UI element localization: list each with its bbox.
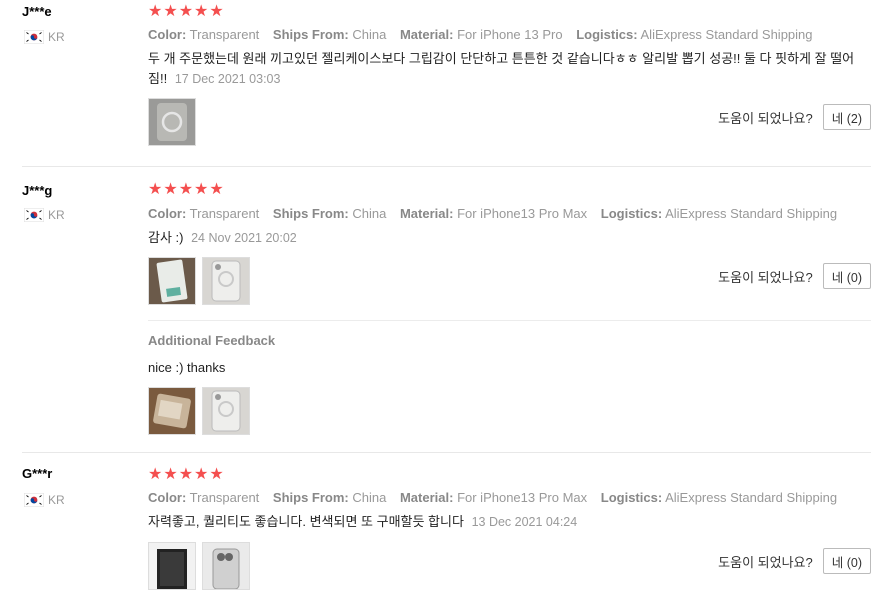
star-icon: ★ <box>148 3 163 20</box>
ships-from-label: Ships From: <box>272 27 349 42</box>
review-photo-thumbnail[interactable] <box>148 257 196 305</box>
review-photo-thumbnail[interactable] <box>202 542 250 590</box>
reviewer-country: KR <box>24 30 65 44</box>
reviewer-country: KR <box>24 208 65 222</box>
reviewer-name: J***e <box>22 4 52 19</box>
review-photo-thumbnail[interactable] <box>202 257 250 305</box>
country-code: KR <box>48 30 65 44</box>
korea-flag-icon <box>24 208 44 222</box>
ships-from-label: Ships From: <box>272 490 349 505</box>
review-body: 자력좋고, 퀄리티도 좋습니다. 변색되면 또 구매할듯 합니다 <box>148 514 464 529</box>
product-attributes: Color: Transparent Ships From: China Mat… <box>148 27 823 42</box>
star-rating: ★ ★ ★ ★ ★ <box>148 4 225 20</box>
review-photo-thumbnail[interactable] <box>202 387 250 435</box>
helpful-label: 도움이 되었나요? <box>718 269 813 285</box>
review-photo-thumbnail[interactable] <box>148 98 196 146</box>
helpful-label: 도움이 되었나요? <box>718 110 813 126</box>
star-rating: ★ ★ ★ ★ ★ <box>148 467 225 483</box>
magsafe-case-image-icon <box>203 388 249 434</box>
star-icon: ★ <box>209 466 224 483</box>
review-date: 17 Dec 2021 03:03 <box>174 72 281 86</box>
magsafe-case-image-icon <box>149 99 195 145</box>
phone-case-image-icon <box>149 388 195 434</box>
country-code: KR <box>48 208 65 222</box>
magsafe-case-image-icon <box>203 258 249 304</box>
logistics-value: AliExpress Standard Shipping <box>640 27 813 42</box>
star-icon: ★ <box>194 3 209 20</box>
review-photo-thumbnail[interactable] <box>148 542 196 590</box>
color-label: Color: <box>148 27 187 42</box>
reviewer-country: KR <box>24 493 65 507</box>
phone-box-image-icon <box>149 543 195 589</box>
star-icon: ★ <box>163 466 178 483</box>
korea-flag-icon <box>24 493 44 507</box>
phone-case-image-icon <box>203 543 249 589</box>
review-item: G***r KR ★ ★ ★ ★ ★ Color: Transparent Ships … <box>0 453 871 590</box>
star-icon: ★ <box>194 466 209 483</box>
color-label: Color: <box>148 206 187 221</box>
review-body: 감사 :) <box>148 230 184 245</box>
korea-flag-icon <box>24 30 44 44</box>
star-rating: ★ ★ ★ ★ ★ <box>148 182 225 198</box>
logistics-label: Logistics: <box>576 27 638 42</box>
helpful-section: 도움이 되었나요? 네 (0) <box>718 263 871 289</box>
ships-from-value: China <box>352 27 387 42</box>
star-icon: ★ <box>178 181 194 198</box>
helpful-label: 도움이 되었나요? <box>718 554 813 570</box>
additional-feedback-images <box>148 387 256 435</box>
star-icon: ★ <box>163 3 178 20</box>
ships-from-value: China <box>352 490 387 505</box>
material-label: Material: <box>399 27 454 42</box>
material-value: For iPhone13 Pro Max <box>457 206 588 221</box>
review-images <box>148 542 256 590</box>
review-photo-thumbnail[interactable] <box>148 387 196 435</box>
color-value: Transparent <box>189 490 260 505</box>
phone-box-image-icon <box>149 258 195 304</box>
review-date: 13 Dec 2021 04:24 <box>471 515 578 529</box>
review-item: J***e KR ★ ★ ★ ★ ★ Color: Transparent Ships … <box>0 0 871 166</box>
reviewer-name: G***r <box>22 466 53 481</box>
material-label: Material: <box>399 206 454 221</box>
additional-feedback-divider <box>148 320 871 321</box>
review-text: 두 개 주문했는데 원래 끼고있던 젤리케이스보다 그립감이 단단하고 튼튼한 … <box>148 49 859 89</box>
material-label: Material: <box>399 490 454 505</box>
product-attributes: Color: Transparent Ships From: China Mat… <box>148 490 847 505</box>
color-label: Color: <box>148 490 187 505</box>
review-images <box>148 257 256 305</box>
helpful-yes-button[interactable]: 네 (0) <box>822 263 871 289</box>
review-images <box>148 98 202 146</box>
star-icon: ★ <box>163 181 178 198</box>
reviewer-name: J***g <box>22 183 53 198</box>
star-icon: ★ <box>148 466 163 483</box>
logistics-label: Logistics: <box>600 206 663 221</box>
review-date: 24 Nov 2021 20:02 <box>191 231 297 245</box>
ships-from-value: China <box>352 206 387 221</box>
color-value: Transparent <box>189 206 260 221</box>
material-value: For iPhone13 Pro Max <box>457 490 588 505</box>
logistics-value: AliExpress Standard Shipping <box>665 490 838 505</box>
review-text: 자력좋고, 퀄리티도 좋습니다. 변색되면 또 구매할듯 합니다 13 Dec … <box>148 512 859 532</box>
country-code: KR <box>48 493 65 507</box>
ships-from-label: Ships From: <box>272 206 349 221</box>
star-icon: ★ <box>178 466 194 483</box>
star-icon: ★ <box>194 181 209 198</box>
star-icon: ★ <box>148 181 163 198</box>
star-icon: ★ <box>209 3 224 20</box>
review-text: 감사 :) 24 Nov 2021 20:02 <box>148 228 859 248</box>
color-value: Transparent <box>189 27 260 42</box>
product-attributes: Color: Transparent Ships From: China Mat… <box>148 206 847 221</box>
material-value: For iPhone 13 Pro <box>457 27 563 42</box>
logistics-value: AliExpress Standard Shipping <box>665 206 838 221</box>
helpful-yes-button[interactable]: 네 (0) <box>822 548 871 574</box>
additional-feedback-title: Additional Feedback <box>148 333 276 348</box>
helpful-yes-button[interactable]: 네 (2) <box>822 104 871 130</box>
additional-feedback-text: nice :) thanks <box>148 360 226 375</box>
star-icon: ★ <box>209 181 224 198</box>
logistics-label: Logistics: <box>600 490 663 505</box>
review-item: J***g KR ★ ★ ★ ★ ★ Color: Transparent Ships … <box>0 167 871 452</box>
star-icon: ★ <box>178 3 194 20</box>
helpful-section: 도움이 되었나요? 네 (0) <box>718 548 871 574</box>
helpful-section: 도움이 되었나요? 네 (2) <box>718 104 871 130</box>
